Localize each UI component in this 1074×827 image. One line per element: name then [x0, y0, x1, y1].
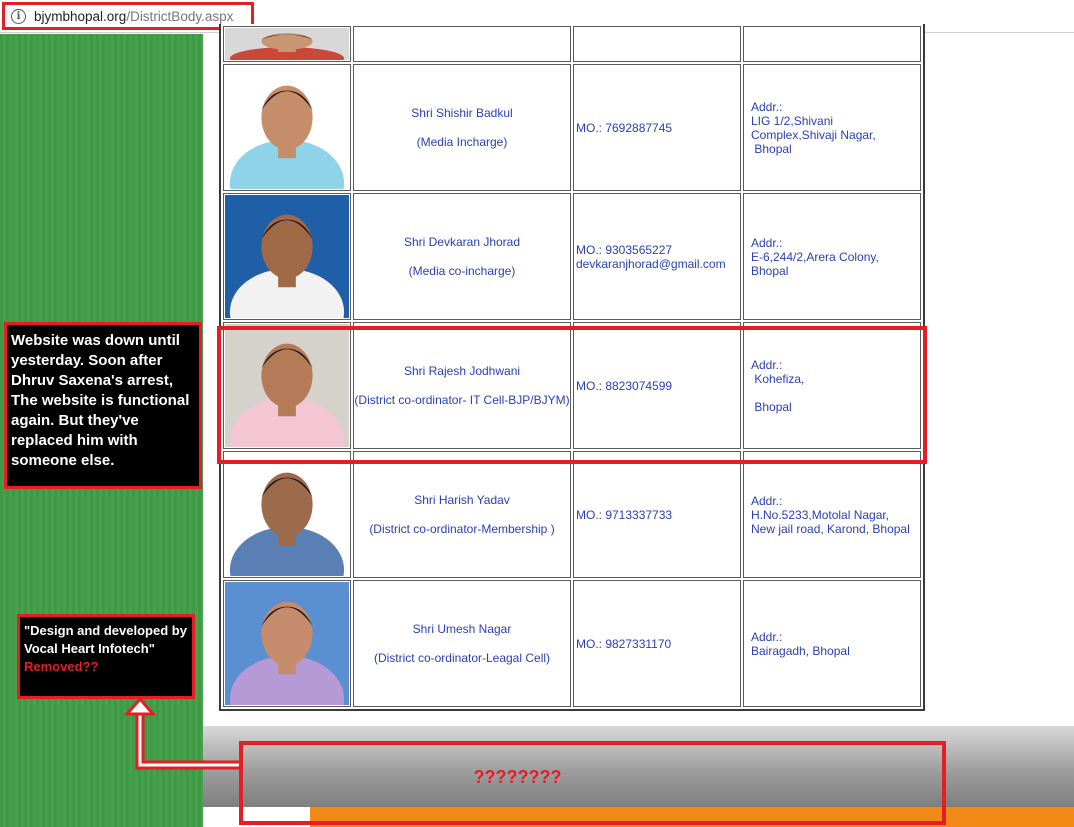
member-name: Shri Devkaran Jhorad — [403, 234, 521, 249]
address-cell: Addr.: LIG 1/2,Shivani Complex,Shivaji N… — [743, 64, 921, 191]
main-content: Shri Shishir Badkul (Media Incharge) MO.: … — [203, 24, 1074, 726]
email-address: devkaranjhorad@gmail.com — [576, 256, 726, 271]
address-cell: Addr.: Kohefiza, Bhopal — [743, 322, 921, 449]
name-cell: Shri Umesh Nagar (District co-ordinator-L… — [353, 580, 571, 707]
photo-cell — [223, 64, 351, 191]
annotation-design-credit: "Design and developed by Vocal Heart Inf… — [17, 614, 195, 699]
contact-cell: MO.: 9713337733 — [573, 451, 741, 578]
phone-number: MO.: 8823074599 — [576, 378, 673, 393]
name-cell — [353, 26, 571, 62]
photo-cell — [223, 26, 351, 62]
info-circle-icon[interactable]: i — [11, 8, 26, 24]
name-cell: Shri Rajesh Jodhwani (District co-ordinat… — [353, 322, 571, 449]
contact-cell: MO.: 7692887745 — [573, 64, 741, 191]
table-row: Shri Umesh Nagar (District co-ordinator-L… — [223, 580, 921, 707]
member-name: Shri Shishir Badkul — [411, 105, 513, 120]
address-text: Addr.: H.No.5233,Motolal Nagar, New jail… — [751, 493, 910, 536]
phone-number: MO.: 9303565227 — [576, 242, 673, 257]
annotation-design-credit-text: "Design and developed by Vocal Heart Inf… — [24, 623, 187, 656]
contact-cell: MO.: 9827331170 — [573, 580, 741, 707]
address-text: Addr.: Kohefiza, Bhopal — [751, 357, 805, 414]
url-path: /DistrictBody.aspx — [126, 8, 234, 24]
member-role: (Media Incharge) — [416, 134, 508, 149]
member-role: (District co-ordinator-Membership ) — [369, 521, 555, 536]
photo-cell — [223, 451, 351, 578]
photo-cell — [223, 580, 351, 707]
contact-cell: MO.: 8823074599 — [573, 322, 741, 449]
member-name: Shri Rajesh Jodhwani — [403, 363, 521, 378]
address-cell — [743, 26, 921, 62]
photo-cell — [223, 193, 351, 320]
address-cell: Addr.: H.No.5233,Motolal Nagar, New jail… — [743, 451, 921, 578]
address-cell: Addr.: Bairagadh, Bhopal — [743, 580, 921, 707]
address-text: Addr.: LIG 1/2,Shivani Complex,Shivaji N… — [751, 99, 876, 156]
annotation-removed-text: Removed?? — [24, 659, 99, 674]
url-box[interactable]: i bjymbhopal.org/DistrictBody.aspx — [2, 2, 254, 30]
phone-number: MO.: 9713337733 — [576, 507, 673, 522]
address-text: Addr.: E-6,244/2,Arera Colony, Bhopal — [751, 235, 879, 278]
table-row: Shri Harish Yadav (District co-ordinator-… — [223, 451, 921, 578]
member-role: (District co-ordinator-Leagal Cell) — [373, 650, 551, 665]
phone-number: MO.: 7692887745 — [576, 120, 673, 135]
annotation-question-box: ???????? — [239, 741, 946, 825]
portrait-photo — [225, 453, 349, 576]
district-body-table: Shri Shishir Badkul (Media Incharge) MO.: … — [219, 24, 925, 711]
portrait-photo — [225, 324, 349, 447]
contact-cell: MO.: 9303565227 devkaranjhorad@gmail.com — [573, 193, 741, 320]
name-cell: Shri Shishir Badkul (Media Incharge) — [353, 64, 571, 191]
address-text: Addr.: Bairagadh, Bhopal — [751, 629, 850, 658]
name-cell: Shri Harish Yadav (District co-ordinator-… — [353, 451, 571, 578]
photo-cell — [223, 322, 351, 449]
address-cell: Addr.: E-6,244/2,Arera Colony, Bhopal — [743, 193, 921, 320]
portrait-photo — [225, 195, 349, 318]
table-row: Shri Rajesh Jodhwani (District co-ordinat… — [223, 322, 921, 449]
annotation-question-text: ???????? — [473, 767, 562, 787]
table-row: Shri Devkaran Jhorad (Media co-incharge) M… — [223, 193, 921, 320]
contact-cell — [573, 26, 741, 62]
url-text[interactable]: bjymbhopal.org/DistrictBody.aspx — [34, 9, 233, 24]
annotation-website-down: Website was down until yesterday. Soon a… — [4, 322, 202, 489]
table-row: Shri Shishir Badkul (Media Incharge) MO.: … — [223, 64, 921, 191]
portrait-photo — [225, 582, 349, 705]
annotation-website-down-text: Website was down until yesterday. Soon a… — [11, 332, 190, 469]
member-role: (Media co-incharge) — [408, 263, 516, 278]
phone-number: MO.: 9827331170 — [576, 636, 672, 651]
member-role: (District co-ordinator- IT Cell-BJP/BJYM… — [354, 392, 570, 407]
portrait-photo — [225, 66, 349, 189]
member-name: Shri Harish Yadav — [414, 492, 510, 507]
member-name: Shri Umesh Nagar — [412, 621, 512, 636]
table-row — [223, 26, 921, 62]
url-domain: bjymbhopal.org — [34, 8, 127, 24]
name-cell: Shri Devkaran Jhorad (Media co-incharge) — [353, 193, 571, 320]
portrait-photo — [225, 28, 349, 60]
